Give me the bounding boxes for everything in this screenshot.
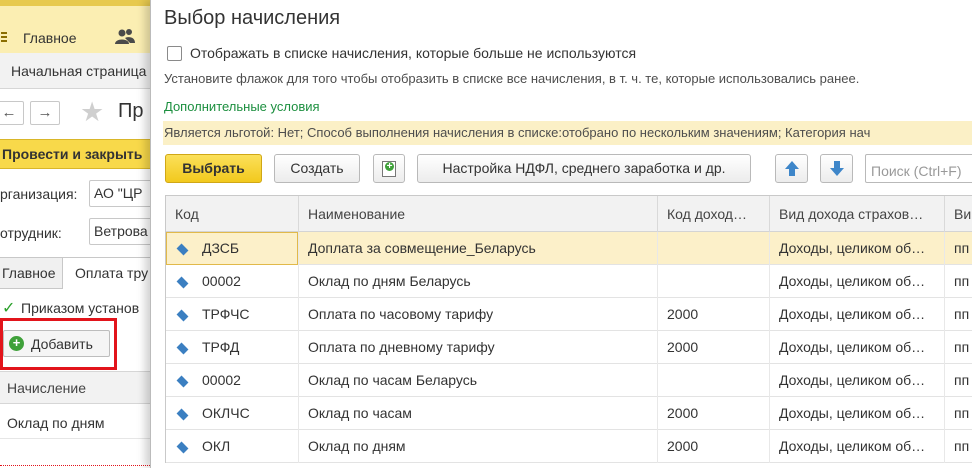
column-header-name[interactable]: Наименование [299, 196, 658, 232]
select-button[interactable]: Выбрать [165, 154, 262, 183]
cell-income-code: 2000 [658, 298, 770, 331]
settings-button[interactable]: Настройка НДФЛ, среднего заработка и др. [417, 154, 751, 183]
conditions-bar: Является льготой: Нет; Способ выполнения… [163, 121, 972, 145]
cell-name: Оклад по часам Беларусь [299, 364, 658, 397]
check-icon[interactable]: ✓ [2, 298, 15, 318]
cell-income-code [658, 232, 770, 265]
item-icon [176, 375, 189, 388]
hint-text: Установите флажок для того чтобы отобраз… [164, 71, 860, 86]
cell-extra: пп [945, 364, 972, 397]
cell-insurance-type: Доходы, целиком об… [770, 265, 945, 298]
item-icon [176, 408, 189, 421]
accruals-grid: Код Наименование Код доход… Вид дохода с… [165, 195, 972, 463]
users-icon[interactable] [115, 28, 135, 46]
column-header-income-code[interactable]: Код доход… [658, 196, 770, 232]
background-window: Главное Начальная страница ← → ★ Пр Пров… [0, 0, 150, 468]
cell-insurance-type: Доходы, целиком об… [770, 430, 945, 463]
organization-label: рганизация: [0, 186, 78, 202]
extra-conditions-link[interactable]: Дополнительные условия [164, 99, 320, 114]
accruals-table-row[interactable]: Оклад по дням [0, 405, 150, 439]
table-row[interactable]: ТРФЧС Оплата по часовому тарифу 2000 Дох… [166, 298, 972, 331]
item-icon [176, 309, 189, 322]
cell-code: ТРФД [166, 331, 299, 364]
cell-code: ОКЛ [166, 430, 299, 463]
cell-income-code: 2000 [658, 397, 770, 430]
move-down-button[interactable] [820, 154, 853, 183]
back-arrow-icon[interactable]: ← [0, 101, 24, 125]
cell-code: ТРФЧС [166, 298, 299, 331]
cell-insurance-type: Доходы, целиком об… [770, 397, 945, 430]
forward-arrow-icon[interactable]: → [30, 101, 60, 125]
item-icon [176, 342, 189, 355]
cell-name: Доплата за совмещение_Беларусь [299, 232, 658, 265]
cell-extra: пп [945, 232, 972, 265]
cell-code: ОКЛЧС [166, 397, 299, 430]
copy-button[interactable] [373, 154, 405, 183]
arrow-up-icon [785, 161, 799, 176]
column-header-extra[interactable]: Ви [945, 196, 972, 232]
cell-income-code: 2000 [658, 331, 770, 364]
table-row[interactable]: ОКЛЧС Оклад по часам 2000 Доходы, целико… [166, 397, 972, 430]
post-and-close-button[interactable]: Провести и закрыть [0, 139, 150, 169]
cell-code: ДЗСБ [166, 232, 299, 265]
table-row[interactable]: ТРФД Оплата по дневному тарифу 2000 Дохо… [166, 331, 972, 364]
favorite-star-icon[interactable]: ★ [80, 98, 104, 126]
cell-name: Оклад по дням [299, 430, 658, 463]
cell-income-code: 2000 [658, 430, 770, 463]
move-up-button[interactable] [775, 154, 808, 183]
copy-icon [382, 161, 396, 177]
item-icon [176, 276, 189, 289]
create-button[interactable]: Создать [274, 154, 360, 183]
cell-extra: пп [945, 265, 972, 298]
menu-icon[interactable] [1, 31, 13, 43]
cell-income-code [658, 364, 770, 397]
open-tabs-bar: Начальная страница [0, 53, 150, 89]
table-row[interactable]: 00002 Оклад по часам Беларусь Доходы, це… [166, 364, 972, 397]
cell-name: Оплата по часовому тарифу [299, 298, 658, 331]
cell-insurance-type: Доходы, целиком об… [770, 364, 945, 397]
accruals-table-header: Начисление [0, 371, 150, 404]
highlight-frame [0, 318, 117, 370]
organization-field[interactable]: АО "ЦР [89, 180, 150, 207]
item-icon [176, 243, 189, 256]
cell-insurance-type: Доходы, целиком об… [770, 232, 945, 265]
cell-insurance-type: Доходы, целиком об… [770, 298, 945, 331]
cell-name: Оплата по дневному тарифу [299, 331, 658, 364]
column-header-insurance-type[interactable]: Вид дохода страхов… [770, 196, 945, 232]
table-row[interactable]: ОКЛ Оклад по дням 2000 Доходы, целиком о… [166, 430, 972, 463]
cell-extra: пп [945, 298, 972, 331]
column-header-code[interactable]: Код [166, 196, 299, 232]
cell-code: 00002 [166, 364, 299, 397]
dialog-title: Выбор начисления [164, 7, 341, 29]
arrow-down-icon [830, 161, 844, 176]
select-accrual-dialog: Выбор начисления Отображать в списке нач… [150, 0, 972, 468]
employee-label: отрудник: [0, 225, 62, 241]
cell-name: Оклад по дням Беларусь [299, 265, 658, 298]
cell-income-code [658, 265, 770, 298]
table-row[interactable]: ДЗСБ Доплата за совмещение_Беларусь Дохо… [166, 232, 972, 265]
item-icon [176, 441, 189, 454]
cell-code: 00002 [166, 265, 299, 298]
approved-by-order-label: Приказом установ [21, 300, 140, 316]
search-input[interactable] [865, 154, 972, 183]
section-panel: Главное [0, 6, 150, 53]
cell-extra: пп [945, 430, 972, 463]
employee-field[interactable]: Ветрова [89, 218, 150, 245]
table-row[interactable]: 00002 Оклад по дням Беларусь Доходы, цел… [166, 265, 972, 298]
cell-extra: пп [945, 397, 972, 430]
cell-insurance-type: Доходы, целиком об… [770, 331, 945, 364]
tab-start-page[interactable]: Начальная страница [11, 63, 146, 79]
grid-header: Код Наименование Код доход… Вид дохода с… [166, 196, 972, 232]
document-tabs: Главное Оплата тру [0, 257, 150, 289]
show-unused-label[interactable]: Отображать в списке начисления, которые … [190, 45, 636, 61]
document-title: Пр [118, 100, 144, 122]
tab-pay[interactable]: Оплата тру [63, 257, 150, 289]
nav-home[interactable]: Главное [23, 30, 77, 46]
cell-name: Оклад по часам [299, 397, 658, 430]
show-unused-checkbox[interactable] [167, 46, 182, 61]
cell-extra: пп [945, 331, 972, 364]
tab-main[interactable]: Главное [0, 257, 63, 289]
